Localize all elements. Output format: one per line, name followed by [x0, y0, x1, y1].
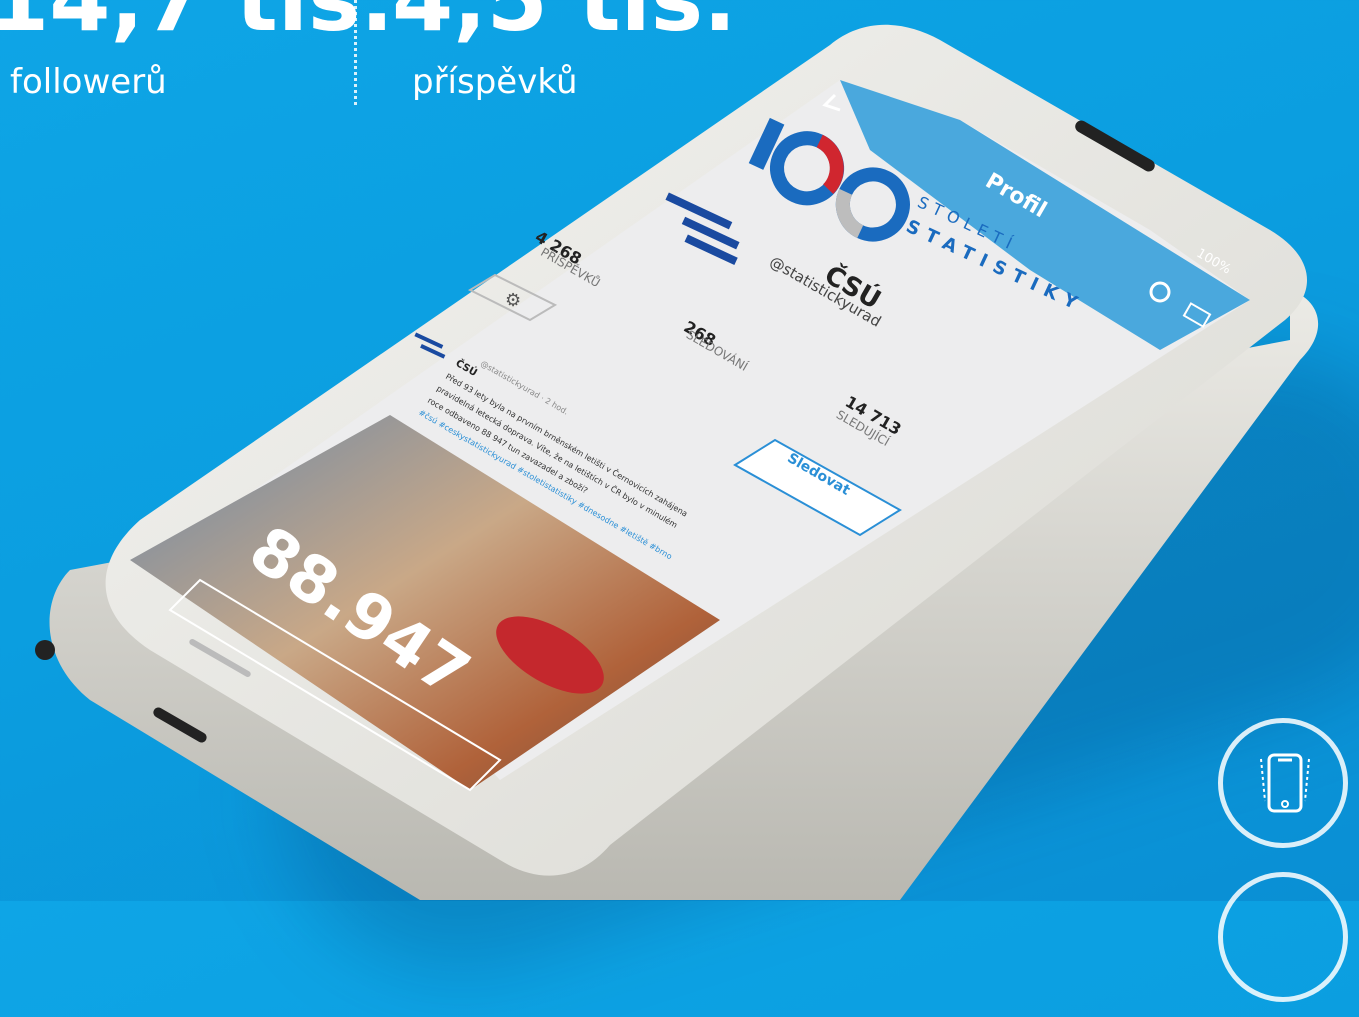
headphone-jack	[35, 640, 55, 660]
gear-icon[interactable]: ⚙	[505, 290, 521, 311]
phone-outline-icon	[1260, 753, 1310, 813]
phone-illustration: Profil 100% STOLETÍ STATISTIKY ČSÚ @stat…	[35, 24, 1319, 900]
phone-vibrate-icon[interactable]	[1218, 718, 1348, 848]
secondary-circle-icon[interactable]	[1218, 872, 1348, 1002]
phone-mockup: Profil 100% STOLETÍ STATISTIKY ČSÚ @stat…	[0, 0, 1359, 901]
